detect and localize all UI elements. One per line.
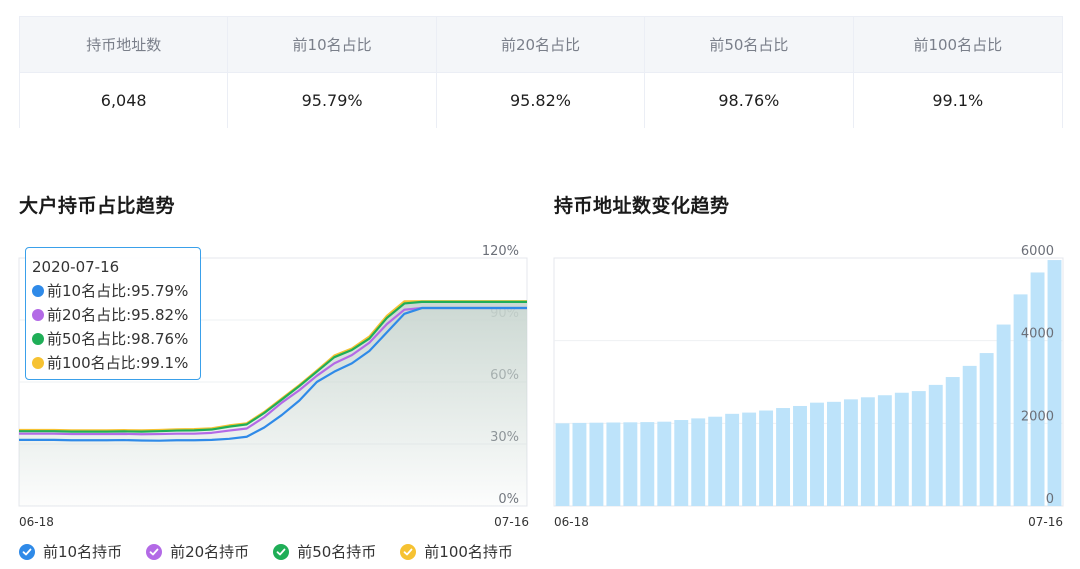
check-icon [273,543,290,560]
bar [589,422,604,506]
bar [996,324,1011,506]
tooltip-top10-text: 前10名占比:95.79% [47,282,189,300]
value-top20-ratio: 95.82% [436,73,646,128]
legend-label-top100: 前100名持币 [424,543,513,561]
value-top50-ratio: 98.76% [645,73,854,128]
tooltip-row-top50: 前50名占比:98.76% [32,327,200,351]
x-tick-label-start: 06-18 [19,515,54,529]
x-tick-label-end: 07-16 [1028,515,1063,529]
header-top50-ratio: 前50名占比 [645,17,854,73]
y-tick-label: 6000 [1021,244,1054,259]
legend-item-top100[interactable]: 前100名持币 [400,541,513,562]
bar [759,410,774,506]
bar [742,412,757,506]
top100-dot-icon [32,357,44,369]
y-tick-label: 0 [1046,492,1054,507]
left-chart-title: 大户持币占比趋势 [19,195,176,217]
x-tick-label-end: 07-16 [494,515,529,529]
y-tick-label: 2000 [1021,409,1054,424]
check-icon [146,543,163,560]
tooltip-top100-text: 前100名占比:99.1% [47,354,189,372]
bar [860,397,875,506]
bar [1047,260,1062,506]
header-top100-ratio: 前100名占比 [853,17,1062,73]
check-icon [19,543,35,560]
address-count-bar-chart[interactable]: 0 2000 4000 6000 06-18 07-16 [540,240,1070,530]
bar [894,392,909,506]
right-chart-title: 持币地址数变化趋势 [554,195,730,217]
bar [945,377,960,506]
bar [911,391,926,506]
tooltip-top50-text: 前50名占比:98.76% [47,330,189,348]
tooltip-row-top20: 前20名占比:95.82% [32,303,200,327]
bar [623,422,638,506]
bar [843,399,858,506]
bar [962,365,977,506]
bar [555,423,570,506]
bar [826,401,841,506]
check-icon [400,543,417,560]
summary-table: 持币地址数 前10名占比 前20名占比 前50名占比 前100名占比 6,048… [19,16,1063,128]
tooltip-row-top100: 前100名占比:99.1% [32,351,200,375]
bar [691,418,706,506]
legend-label-top50: 前50名持币 [297,543,377,561]
tooltip-row-top10: 前10名占比:95.79% [32,279,200,303]
legend-item-top10[interactable]: 前10名持币 [19,541,122,562]
legend-label-top10: 前10名持币 [43,543,123,561]
x-tick-label-start: 06-18 [554,515,589,529]
legend-label-top20: 前20名持币 [170,543,250,561]
bar [1030,272,1045,506]
bar [776,408,791,506]
top20-dot-icon [32,309,44,321]
legend-item-top50[interactable]: 前50名持币 [273,541,376,562]
value-top100-ratio: 99.1% [853,73,1062,128]
bar [572,422,587,506]
y-tick-label: 120% [482,244,519,259]
bar [640,422,655,506]
bar [810,402,824,506]
tooltip-top20-text: 前20名占比:95.82% [47,306,189,324]
bar [979,353,994,506]
chart-legend: 前10名持币 前20名持币 前50名持币 前100名持币 [19,541,537,562]
bar [793,405,807,506]
header-top10-ratio: 前10名占比 [228,17,437,73]
header-top20-ratio: 前20名占比 [436,17,646,73]
bar [657,421,672,506]
value-top10-ratio: 95.79% [228,73,437,128]
bar [708,416,723,506]
y-tick-label: 4000 [1021,327,1054,342]
top50-dot-icon [32,333,44,345]
header-address-count: 持币地址数 [20,17,229,73]
bar [725,413,740,506]
bar [606,422,621,506]
bar [877,395,892,506]
top10-dot-icon [32,285,44,297]
value-address-count: 6,048 [20,73,229,128]
bar [928,384,943,506]
chart-tooltip: 2020-07-16 前10名占比:95.79% 前20名占比:95.82% 前… [25,247,201,380]
legend-item-top20[interactable]: 前20名持币 [146,541,249,562]
tooltip-date: 2020-07-16 [32,258,120,276]
bar [674,420,689,506]
